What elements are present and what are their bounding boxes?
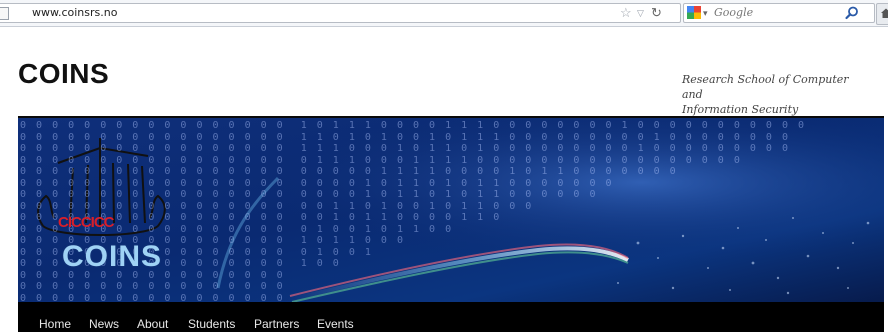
bookmark-star-icon[interactable]: ☆ (620, 5, 632, 21)
search-input[interactable]: Google (714, 6, 753, 19)
reload-icon[interactable]: ↻ (651, 4, 662, 21)
tagline-line-1: Research School of Computer and (682, 73, 849, 101)
chevron-down-icon[interactable]: ▽ (637, 5, 644, 21)
site-identity-icon[interactable] (0, 7, 9, 20)
tagline-line-2: Information Security (682, 103, 799, 116)
home-icon (881, 8, 888, 18)
logo-sail-text: CICCICC (58, 214, 114, 231)
chevron-down-icon[interactable]: ▾ (703, 5, 708, 21)
search-icon[interactable] (844, 5, 860, 21)
nav-home[interactable]: Home (39, 317, 71, 331)
header-banner: 0 0 0 0 0 0 0 0 0 0 0 0 0 0 0 0 0 1 0 1 … (18, 118, 884, 302)
url-bar[interactable]: www.coinsrs.no ☆ ▽ ↻ (0, 3, 681, 23)
nav-events[interactable]: Events (317, 317, 354, 331)
search-box[interactable]: ▾ Google (683, 3, 875, 23)
page-title[interactable]: COINS (18, 58, 109, 90)
home-button[interactable] (876, 3, 888, 25)
nav-news[interactable]: News (89, 317, 119, 331)
browser-toolbar: www.coinsrs.no ☆ ▽ ↻ ▾ Google (0, 0, 888, 27)
main-nav: Home News About Students Partners Events (18, 302, 884, 332)
binary-code-pattern: 0 0 0 0 0 0 0 0 0 0 0 0 0 0 0 0 0 1 0 1 … (20, 120, 807, 302)
site-tagline: Research School of Computer and Informat… (682, 72, 872, 117)
coins-logo[interactable]: COINS (62, 240, 162, 274)
nav-partners[interactable]: Partners (254, 317, 299, 331)
google-icon[interactable] (687, 6, 701, 19)
nav-students[interactable]: Students (188, 317, 235, 331)
nav-about[interactable]: About (137, 317, 168, 331)
url-text[interactable]: www.coinsrs.no (32, 6, 117, 19)
